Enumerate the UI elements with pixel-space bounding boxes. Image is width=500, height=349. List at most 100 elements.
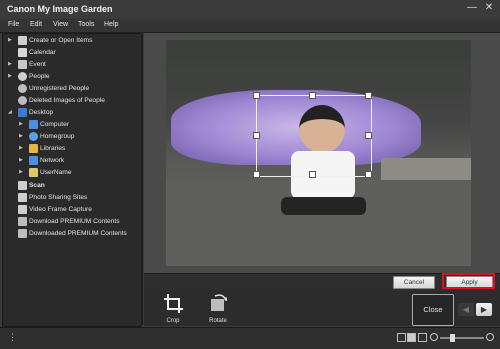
expand-arrow-icon[interactable]: ▶ [19,121,23,127]
minimize-icon[interactable]: — [465,1,479,15]
fit-view-icon[interactable] [418,333,427,342]
collapse-arrow-icon[interactable]: ◢ [8,109,12,115]
sidebar-item-label: Deleted Images of People [29,97,105,104]
sidebar-item-libraries[interactable]: ▶ Libraries [3,143,141,155]
sidebar-item-computer[interactable]: ▶ Computer [3,119,141,131]
crop-handle[interactable] [253,171,260,178]
cancel-button[interactable]: Cancel [393,276,435,289]
sidebar-item-label: Desktop [29,109,54,116]
sidebar-item-label: Scan [29,182,45,189]
rotate-tool[interactable]: Rotate [203,290,233,326]
computer-icon [29,120,38,129]
sidebar-item-download-premium[interactable]: Download PREMIUM Contents [3,216,141,228]
sidebar: ▶ Create or Open Items Calendar ▶ Event … [2,33,142,327]
details-view-icon[interactable] [407,333,416,342]
libraries-icon [29,144,38,153]
download-premium-icon [18,217,27,226]
sidebar-item-label: Event [29,61,46,68]
menu-tools[interactable]: Tools [78,21,94,28]
create-items-icon [18,36,27,45]
sidebar-item-label: Network [40,157,65,164]
expand-arrow-icon[interactable]: ▶ [19,145,23,151]
pane-splitter[interactable] [141,33,143,325]
sidebar-item-desktop[interactable]: ◢ Desktop [3,107,141,119]
expand-arrow-icon[interactable]: ▶ [19,133,23,139]
photo-sharing-icon [18,193,27,202]
crop-handle[interactable] [309,92,316,99]
sidebar-item-unregistered-people[interactable]: Unregistered People [3,83,141,95]
sidebar-item-deleted-people[interactable]: Deleted Images of People [3,95,141,107]
sidebar-item-label: Photo Sharing Sites [29,194,88,201]
sidebar-item-label: Create or Open Items [29,37,93,44]
video-capture-icon [18,205,27,214]
panel-toggle-icon[interactable]: ⋮ [8,332,17,343]
title-bar: Canon My Image Garden — ✕ [0,0,500,20]
expand-arrow-icon[interactable]: ▶ [8,73,12,79]
zoom-out-icon[interactable] [430,333,438,341]
crop-frame[interactable] [253,92,372,178]
sidebar-item-people[interactable]: ▶ People [3,71,141,83]
crop-label: Crop [166,318,180,324]
sidebar-item-video-capture[interactable]: Video Frame Capture [3,204,141,216]
sidebar-item-photo-sharing[interactable]: Photo Sharing Sites [3,192,141,204]
crop-handle[interactable] [253,92,260,99]
rotate-icon [211,294,227,311]
thumbnail-view-icon[interactable] [397,333,406,342]
crop-handle[interactable] [309,171,316,178]
crop-handle[interactable] [365,92,372,99]
sidebar-item-label: Computer [40,121,69,128]
desktop-icon [18,108,27,117]
rotate-label: Rotate [209,318,227,324]
expand-arrow-icon[interactable]: ▶ [8,37,12,43]
sidebar-item-username[interactable]: ▶ UserName [3,167,141,179]
sidebar-item-scan[interactable]: Scan [3,180,141,192]
sidebar-item-label: People [29,73,50,80]
close-button[interactable]: Close [412,294,454,326]
menu-bar: File Edit View Tools Help [0,19,500,33]
crop-handle[interactable] [365,171,372,178]
sidebar-item-label: Homegroup [40,133,75,140]
status-bar: ⋮ [0,327,500,349]
deleted-people-icon [18,96,27,105]
sidebar-item-label: Unregistered People [29,85,90,92]
photo-preview [166,40,471,266]
previous-image-button[interactable]: ◀ [458,303,474,316]
sidebar-item-label: Calendar [29,49,56,56]
image-preview-area [144,33,500,273]
expand-arrow-icon[interactable]: ▶ [8,61,12,67]
sidebar-item-label: Downloaded PREMIUM Contents [29,230,127,237]
sidebar-item-label: Download PREMIUM Contents [29,218,120,225]
sidebar-item-label: Libraries [40,145,66,152]
zoom-slider-thumb[interactable] [450,334,455,342]
scan-icon [18,181,27,190]
sidebar-item-network[interactable]: ▶ Network [3,155,141,167]
menu-file[interactable]: File [8,21,19,28]
menu-edit[interactable]: Edit [30,21,42,28]
homegroup-icon [29,132,38,141]
sidebar-item-create-items[interactable]: ▶ Create or Open Items [3,35,141,47]
event-icon [18,60,27,69]
menu-view[interactable]: View [53,21,68,28]
crop-handle[interactable] [365,132,372,139]
expand-arrow-icon[interactable]: ▶ [19,157,23,163]
next-image-button[interactable]: ▶ [476,303,492,316]
apply-highlight [442,273,495,289]
user-folder-icon [29,168,38,177]
sidebar-item-event[interactable]: ▶ Event [3,59,141,71]
crop-icon [164,294,183,313]
crop-tool[interactable]: Crop [158,290,188,326]
close-window-icon[interactable]: ✕ [482,1,496,15]
sidebar-item-downloaded-premium[interactable]: Downloaded PREMIUM Contents [3,228,141,240]
zoom-in-icon[interactable] [486,333,494,341]
app-window: Canon My Image Garden — ✕ File Edit View… [0,0,500,349]
unregistered-people-icon [18,84,27,93]
calendar-icon [18,48,27,57]
expand-arrow-icon[interactable]: ▶ [19,169,23,175]
crop-handle[interactable] [253,132,260,139]
sidebar-item-homegroup[interactable]: ▶ Homegroup [3,131,141,143]
sidebar-item-label: UserName [40,169,72,176]
sidebar-item-calendar[interactable]: Calendar [3,47,141,59]
zoom-slider[interactable] [440,337,484,339]
downloaded-premium-icon [18,229,27,238]
menu-help[interactable]: Help [104,21,118,28]
